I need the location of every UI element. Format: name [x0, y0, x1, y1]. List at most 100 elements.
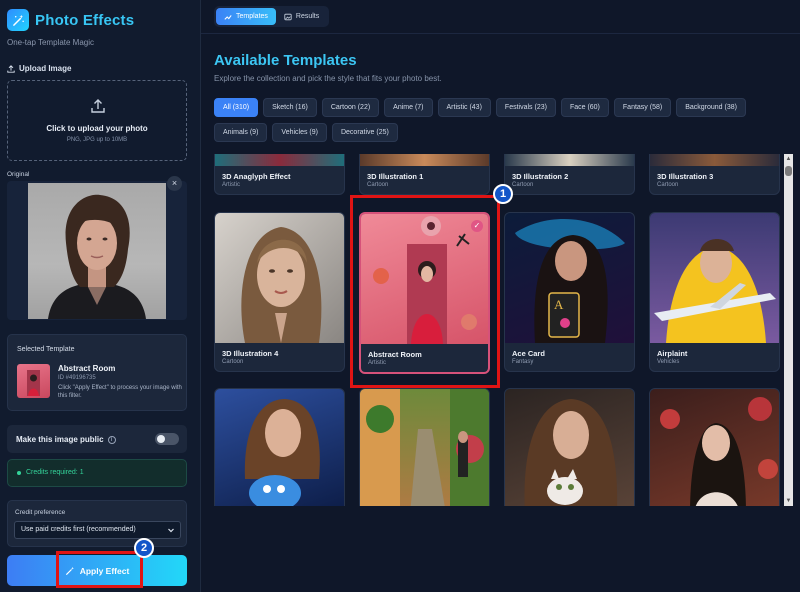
template-card[interactable]	[649, 388, 780, 506]
public-toggle-text: Make this image public	[16, 435, 104, 444]
sidebar: Photo Effects One-tap Template Magic Upl…	[0, 0, 201, 592]
page-title: Available Templates	[214, 52, 357, 69]
credits-required-text: Credits required: 1	[26, 469, 84, 476]
template-name: 3D Anaglyph Effect	[222, 172, 291, 181]
header-divider	[201, 33, 800, 34]
template-thumbnail	[505, 154, 634, 166]
upload-section-label: Upload Image	[7, 64, 71, 73]
credit-preference-value: Use paid credits first (recommended)	[21, 526, 136, 533]
chip-face[interactable]: Face (60)	[560, 98, 609, 117]
template-grid-scrollbar[interactable]: ▲ ▼	[784, 154, 793, 506]
info-icon[interactable]: i	[107, 435, 116, 444]
upload-dropzone[interactable]: Click to upload your photo PNG, JPG up t…	[7, 80, 187, 161]
upload-title: Click to upload your photo	[46, 124, 148, 133]
svg-text:A: A	[554, 297, 564, 312]
remove-image-close-icon[interactable]: ×	[167, 176, 182, 191]
template-thumbnail	[650, 389, 779, 506]
tab-templates-label: Templates	[236, 13, 268, 20]
template-thumbnail	[505, 389, 634, 506]
template-card[interactable]: 3D Illustration 3 Cartoon	[649, 154, 780, 195]
template-name: 3D Illustration 2	[512, 172, 569, 181]
chip-cartoon[interactable]: Cartoon (22)	[321, 98, 380, 117]
apply-button-highlight	[56, 551, 143, 588]
template-thumbnail	[650, 213, 779, 343]
template-category: Artistic	[222, 182, 240, 188]
selected-template-description: Click "Apply Effect" to process your ima…	[58, 385, 182, 399]
template-card[interactable]: 3D Illustration 2 Cartoon	[504, 154, 635, 195]
template-card[interactable]: Airplaint Vehicles	[649, 212, 780, 372]
selected-template-card: Selected Template Abstract Room ID #4919…	[7, 334, 187, 411]
category-filter-chips: All (310) Sketch (16) Cartoon (22) Anime…	[214, 98, 774, 142]
chip-background[interactable]: Background (38)	[676, 98, 746, 117]
credit-preference-box: Credit preference Use paid credits first…	[7, 500, 187, 547]
template-thumbnail	[360, 389, 489, 506]
public-toggle-label: Make this image public i	[16, 435, 116, 444]
scroll-thumb[interactable]	[785, 166, 792, 176]
image-icon	[284, 13, 292, 20]
template-category: Vehicles	[657, 359, 680, 365]
chip-all[interactable]: All (310)	[214, 98, 259, 117]
credit-preference-label: Credit preference	[15, 509, 66, 516]
template-thumbnail: A	[505, 213, 634, 343]
original-image-frame	[7, 181, 187, 320]
page-subtitle: Explore the collection and pick the styl…	[214, 74, 442, 83]
public-toggle-switch[interactable]	[155, 433, 179, 445]
credits-required: Credits required: 1	[17, 469, 84, 476]
template-name: 3D Illustration 1	[367, 172, 424, 181]
callout-badge-2: 2	[134, 538, 154, 558]
toggle-knob	[157, 435, 165, 443]
selected-template-highlight	[350, 195, 500, 388]
chip-decorative[interactable]: Decorative (25)	[331, 123, 398, 142]
chip-artistic[interactable]: Artistic (43)	[437, 98, 491, 117]
original-label: Original	[7, 171, 30, 178]
selected-template-thumbnail	[17, 364, 50, 398]
selected-template-name: Abstract Room	[58, 364, 116, 373]
scroll-up-icon[interactable]: ▲	[784, 154, 793, 164]
template-card[interactable]	[359, 388, 490, 506]
template-card[interactable]: 3D Anaglyph Effect Artistic	[214, 154, 345, 195]
upload-arrow-icon	[91, 99, 105, 113]
template-thumbnail	[360, 154, 489, 166]
template-card[interactable]: 3D Illustration 1 Cartoon	[359, 154, 490, 195]
template-thumbnail	[215, 389, 344, 506]
upload-label-text: Upload Image	[19, 64, 72, 73]
template-category: Cartoon	[512, 182, 534, 188]
chevron-down-icon	[168, 528, 174, 533]
selected-template-label: Selected Template	[17, 346, 75, 353]
template-category: Cartoon	[657, 182, 679, 188]
callout-badge-1: 1	[493, 184, 513, 204]
tab-results-label: Results	[295, 13, 320, 20]
template-name: Ace Card	[512, 349, 545, 358]
chip-festivals[interactable]: Festivals (23)	[495, 98, 556, 117]
app-subtitle: One-tap Template Magic	[7, 38, 95, 47]
template-card[interactable]: A Ace Card Fantasy	[504, 212, 635, 372]
template-category: Cartoon	[222, 359, 244, 365]
template-thumbnail	[215, 213, 344, 343]
trending-icon	[224, 14, 232, 20]
brand: Photo Effects	[7, 9, 134, 31]
credits-required-box: Credits required: 1	[7, 459, 187, 487]
template-thumbnail	[215, 154, 344, 166]
chip-vehicles[interactable]: Vehicles (9)	[272, 123, 327, 142]
template-thumbnail	[650, 154, 779, 166]
upload-hint: PNG, JPG up to 10MB	[66, 137, 128, 143]
tab-results[interactable]: Results	[276, 8, 327, 25]
upload-icon	[7, 64, 15, 73]
public-toggle-row: Make this image public i	[7, 425, 187, 453]
magic-wand-logo-icon	[7, 9, 29, 31]
template-category: Fantasy	[512, 359, 534, 365]
template-name: 3D Illustration 3	[657, 172, 714, 181]
app-title: Photo Effects	[35, 11, 135, 29]
status-dot-icon	[17, 470, 21, 475]
tab-templates[interactable]: Templates	[216, 8, 276, 25]
credit-preference-select[interactable]: Use paid credits first (recommended)	[14, 521, 181, 539]
template-card[interactable]	[504, 388, 635, 506]
chip-fantasy[interactable]: Fantasy (58)	[613, 98, 672, 117]
template-name: Airplaint	[657, 349, 688, 358]
chip-anime[interactable]: Anime (7)	[384, 98, 433, 117]
template-card[interactable]	[214, 388, 345, 506]
scroll-down-icon[interactable]: ▼	[784, 496, 793, 506]
template-card[interactable]: 3D Illustration 4 Cartoon	[214, 212, 345, 372]
chip-sketch[interactable]: Sketch (16)	[263, 98, 317, 117]
chip-animals[interactable]: Animals (9)	[214, 123, 268, 142]
